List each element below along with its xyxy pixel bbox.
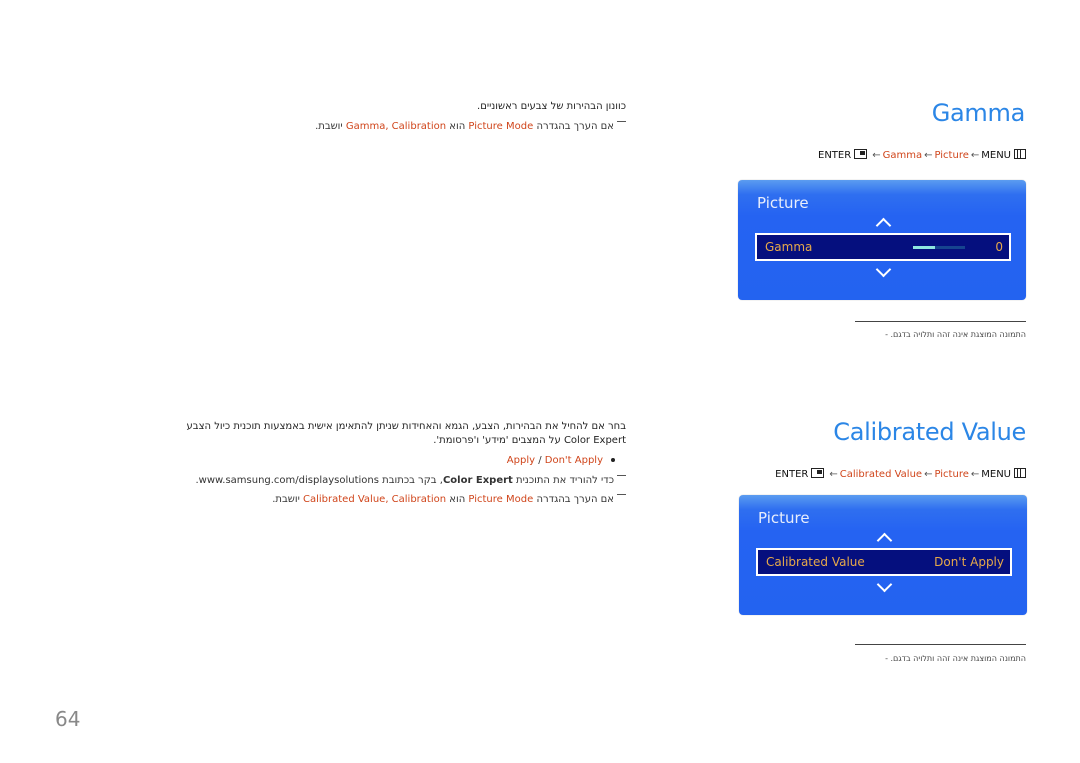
program-name: Color Expert (563, 435, 626, 446)
path-item-gamma: Gamma (882, 150, 923, 161)
osd-row-gamma[interactable]: Gamma 0 (755, 233, 1011, 261)
option-apply: Apply (506, 455, 536, 466)
note-text: הוא (449, 494, 466, 505)
enter-label: ENTER (818, 150, 852, 161)
arrow-icon: ← (872, 150, 881, 161)
path-item-calibrated-value: Calibrated Value (839, 469, 923, 480)
menu-label: MENU (981, 469, 1011, 480)
enter-label: ENTER (775, 469, 809, 480)
description-line: בחר אם להחיל את הבהירות, הצבע, הגמא והאח… (186, 421, 626, 432)
menu-icon (1014, 149, 1026, 159)
gamma-slider[interactable] (913, 246, 965, 249)
bullet-icon (611, 458, 615, 462)
osd-row-value: 0 (995, 240, 1003, 254)
osd-row-calibrated-value[interactable]: Calibrated Value Don't Apply (756, 548, 1012, 576)
note-dash (617, 121, 626, 122)
caption-divider (855, 644, 1026, 645)
arrow-icon: ← (924, 150, 933, 161)
arrow-icon: ← (829, 469, 838, 480)
arrow-icon: ← (924, 469, 933, 480)
menu-label: MENU (981, 150, 1011, 161)
option-separator: / (535, 455, 545, 466)
note-text: אם הערך בהגדרה (536, 494, 614, 505)
arrow-icon: ← (970, 150, 980, 161)
gamma-menu-path: ENTER ← Gamma ← Picture ← MENU (818, 149, 1026, 161)
menu-icon (1014, 468, 1026, 478)
note-text: יושבת. (272, 494, 300, 505)
calibrated-menu-path: ENTER ← Calibrated Value ← Picture ← MENU (775, 468, 1026, 480)
calibrated-note-download: כדי להוריד את התוכנית Color Expert, בקר … (195, 474, 626, 488)
note-program: Color Expert (442, 475, 513, 486)
gamma-slider-fill (913, 246, 936, 249)
arrow-icon: ← (970, 469, 980, 480)
calibrated-options: Apply / Don't Apply (507, 454, 615, 468)
osd-row-label: Calibrated Value (766, 555, 865, 569)
osd-row-label: Gamma (765, 240, 813, 254)
note-values: Calibrated Value, Calibration (303, 494, 447, 505)
note-text: כדי להוריד את התוכנית (516, 475, 614, 486)
calibrated-note-disabled: אם הערך בהגדרה Picture Mode הוא Calibrat… (272, 493, 626, 507)
gamma-osd-panel: Picture Gamma 0 (738, 180, 1026, 300)
calibrated-description: בחר אם להחיל את הבהירות, הצבע, הגמא והאח… (187, 420, 626, 448)
caption-divider (855, 321, 1026, 322)
note-mode: Picture Mode (468, 494, 534, 505)
image-caption: התמונה המוצגת אינה זהה ותלויה בדגם. - (885, 330, 1026, 339)
gamma-note: אם הערך בהגדרה Picture Mode הוא Gamma, C… (315, 120, 626, 134)
note-text: אם הערך בהגדרה (536, 121, 614, 132)
note-values: Gamma, Calibration (345, 121, 447, 132)
note-mode: Picture Mode (468, 121, 534, 132)
description-line: Color Expert על המצבים 'מידע' ו'פרסומת'. (187, 434, 626, 448)
chevron-up-icon[interactable] (875, 217, 892, 234)
osd-row-value: Don't Apply (934, 555, 1004, 569)
note-text: הוא (449, 121, 466, 132)
note-text: , בקר בכתובת www.samsung.com/displaysolu… (195, 475, 443, 486)
chevron-down-icon[interactable] (875, 261, 892, 278)
path-item-picture: Picture (934, 469, 969, 480)
enter-icon (811, 468, 825, 478)
calibrated-osd-panel: Picture Calibrated Value Don't Apply (739, 495, 1027, 615)
osd-title: Picture (757, 194, 809, 212)
option-dont-apply: Don't Apply (544, 455, 603, 466)
enter-icon (854, 149, 868, 159)
image-caption: התמונה המוצגת אינה זהה ותלויה בדגם. - (885, 654, 1026, 663)
caption-text: התמונה המוצגת אינה זהה ותלויה בדגם. (890, 654, 1027, 663)
gamma-title: Gamma (931, 99, 1026, 127)
path-item-picture: Picture (934, 150, 969, 161)
chevron-down-icon[interactable] (876, 576, 893, 593)
gamma-description: כוונון הבהירות של צבעים ראשוניים. (477, 101, 626, 112)
osd-title: Picture (758, 509, 810, 527)
description-text: על המצבים 'מידע' ו'פרסומת'. (433, 435, 561, 446)
note-text: יושבת. (315, 121, 343, 132)
note-dash (617, 475, 626, 476)
page-number: 64 (55, 707, 81, 731)
chevron-up-icon[interactable] (876, 532, 893, 549)
caption-text: התמונה המוצגת אינה זהה ותלויה בדגם. (890, 330, 1027, 339)
note-dash (617, 494, 626, 495)
calibrated-title: Calibrated Value (833, 418, 1026, 446)
